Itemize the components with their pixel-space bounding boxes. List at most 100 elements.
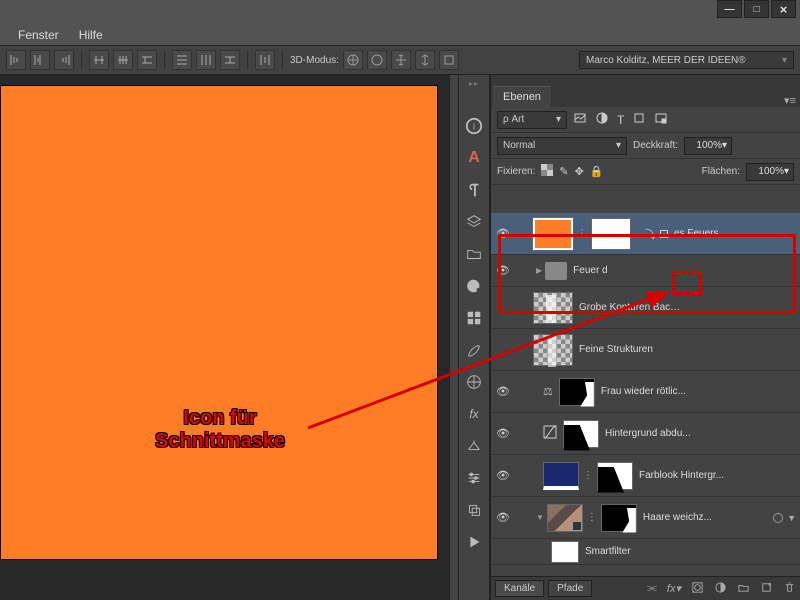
canvas[interactable] [0,85,438,560]
3d-slide-icon[interactable] [415,50,435,70]
layer-row[interactable]: Feine Strukturen [491,329,800,371]
dist-icon[interactable] [220,50,240,70]
filter-image-icon[interactable] [573,111,587,128]
disclosure-icon[interactable]: ▶ [533,266,545,275]
svg-text:i: i [473,122,475,132]
folder-thumb[interactable] [545,262,567,280]
mask-thumb[interactable] [563,420,599,448]
3d-pan-icon[interactable] [391,50,411,70]
link-icon[interactable]: ⫘ [647,582,657,595]
dist-icon[interactable] [89,50,109,70]
layer-name[interactable]: Feine Strukturen [573,344,653,355]
new-layer-icon[interactable] [760,581,773,597]
layers-icon[interactable] [463,211,485,233]
dist-icon[interactable] [196,50,216,70]
mask-thumb[interactable] [591,218,631,250]
lock-all-icon[interactable]: 🔒 [590,165,604,178]
layer-thumb[interactable] [543,462,579,490]
maximize-button[interactable]: □ [744,0,769,18]
properties-icon[interactable] [463,467,485,489]
fill-field[interactable]: 100% ▾ [746,163,794,181]
adjust-icon[interactable] [463,371,485,393]
filter-adjust-icon[interactable] [595,111,609,128]
panel-menu-icon[interactable]: ▾≡ [784,94,796,107]
3d-rotate-icon[interactable] [343,50,363,70]
layers-list: 👁 ⋮ ⤵ es Feuers 👁 ▶ Feuer d Gro [491,213,800,576]
disclosure-icon[interactable]: ▼ [533,513,547,522]
scale-icon[interactable] [463,435,485,457]
layer-name[interactable]: Smartfilter [579,546,631,557]
group-icon[interactable] [737,581,750,597]
lock-brush-icon[interactable]: ✎ [559,165,568,178]
dist-icon[interactable] [113,50,133,70]
info-icon[interactable]: i [463,115,485,137]
fx-icon[interactable]: fx▾ [667,582,681,595]
layer-row[interactable]: 👁 ▼ ⋮ Haare weichz... ▼ [491,497,800,539]
paragraph-icon[interactable] [463,179,485,201]
menu-fenster[interactable]: Fenster [18,28,59,42]
layer-name[interactable]: Frau wieder rötlic... [595,386,686,397]
tab-pfade[interactable]: Pfade [548,580,592,597]
eye-icon[interactable]: 👁 [493,427,513,440]
layer-row[interactable]: 👁 ⋮ ⤵ es Feuers [491,213,800,255]
clone-icon[interactable] [463,499,485,521]
mask-icon[interactable] [691,581,704,597]
align-icon[interactable] [6,50,26,70]
mask-thumb[interactable] [601,504,637,532]
layer-thumb[interactable] [533,218,573,250]
filter-shape-icon[interactable] [632,111,646,128]
text-panel-icon[interactable]: A [463,147,485,169]
layer-row[interactable]: Smartfilter [491,539,800,565]
swatches-icon[interactable] [463,307,485,329]
3d-roll-icon[interactable] [367,50,387,70]
layer-name[interactable]: Hintergrund abdu... [599,428,691,439]
layer-thumb[interactable] [533,334,573,366]
close-button[interactable]: × [771,0,796,18]
lock-trans-icon[interactable] [541,164,553,179]
blend-dropdown[interactable]: Normal▾ [497,137,627,155]
actions-icon[interactable] [463,531,485,553]
layer-name[interactable]: Grobe Konturen Backup [573,302,683,313]
opacity-field[interactable]: 100% ▾ [684,137,732,155]
eye-icon[interactable]: 👁 [493,469,513,482]
layer-row[interactable]: 👁 ⋮ Farblook Hintergr... [491,455,800,497]
trash-icon[interactable] [783,581,796,597]
layer-row[interactable]: 👁 ▶ Feuer d [491,255,800,287]
layer-name[interactable]: Haare weichz... [637,512,712,523]
mask-thumb[interactable] [559,378,595,406]
layer-row[interactable]: Grobe Konturen Backup [491,287,800,329]
layer-thumb[interactable] [533,292,573,324]
eye-icon[interactable]: 👁 [493,385,513,398]
user-dropdown[interactable]: Marco Kolditz, MEER DER IDEEN®▾ [579,51,794,69]
smartfilter-thumb[interactable] [551,541,579,563]
dist-icon[interactable] [137,50,157,70]
minimize-button[interactable]: — [717,0,742,18]
layer-name[interactable]: es Feuers [668,228,718,239]
layer-name[interactable]: Farblook Hintergr... [633,470,724,481]
styles-icon[interactable]: fx [463,403,485,425]
filter-text-icon[interactable]: T [617,113,624,127]
dist-icon[interactable] [255,50,275,70]
layer-name[interactable]: Feuer d [567,265,607,276]
eye-icon[interactable]: 👁 [493,227,513,240]
filter-kind-dropdown[interactable]: ρ Art▾ [497,111,567,129]
eye-icon[interactable]: 👁 [493,511,513,524]
palette-icon[interactable] [463,275,485,297]
layer-thumb[interactable] [547,504,583,532]
eye-icon[interactable]: 👁 [493,264,513,277]
layer-row[interactable]: 👁 ⚖ Frau wieder rötlic... [491,371,800,413]
3d-scale-icon[interactable] [439,50,459,70]
align-icon[interactable] [54,50,74,70]
menu-hilfe[interactable]: Hilfe [79,28,103,42]
folder-icon[interactable] [463,243,485,265]
align-icon[interactable] [30,50,50,70]
filter-smart-icon[interactable] [654,111,668,128]
adjustment-icon[interactable] [714,581,727,597]
tab-kanaele[interactable]: Kanäle [495,580,544,597]
mask-thumb[interactable] [597,462,633,490]
brush-icon[interactable] [463,339,485,361]
tab-ebenen[interactable]: Ebenen [493,86,551,107]
dist-icon[interactable] [172,50,192,70]
lock-move-icon[interactable]: ✥ [575,165,584,178]
layer-row[interactable]: 👁 Hintergrund abdu... [491,413,800,455]
